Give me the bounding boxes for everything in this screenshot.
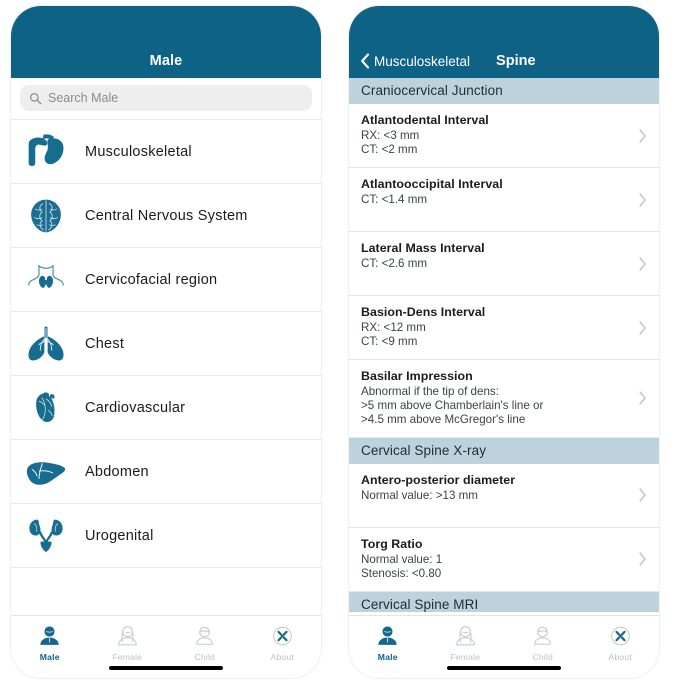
female-avatar-icon bbox=[115, 621, 140, 651]
back-button[interactable]: Musculoskeletal bbox=[360, 53, 470, 69]
list-item[interactable]: Central Nervous System bbox=[11, 184, 321, 248]
table-row[interactable]: Basion-Dens Interval RX: <12 mm CT: <9 m… bbox=[349, 296, 659, 360]
tab-child[interactable]: Child bbox=[504, 621, 582, 662]
about-x-logo-icon bbox=[608, 621, 633, 651]
back-label: Musculoskeletal bbox=[374, 53, 471, 69]
table-row[interactable]: Lateral Mass Interval CT: <2.6 mm bbox=[349, 232, 659, 296]
table-row[interactable]: Torg Ratio Normal value: 1 Stenosis: <0.… bbox=[349, 527, 659, 592]
row-title: Atlantooccipital Interval bbox=[361, 177, 503, 191]
tab-label: About bbox=[270, 652, 294, 662]
detail-list[interactable]: Craniocervical Junction Atlantodental In… bbox=[349, 78, 659, 612]
home-indicator bbox=[109, 666, 223, 670]
shoulder-bone-icon bbox=[17, 127, 75, 177]
search-input[interactable] bbox=[48, 91, 303, 105]
list-item-label: Abdomen bbox=[85, 463, 149, 480]
phone-spine-detail: Musculoskeletal Spine Craniocervical Jun… bbox=[349, 6, 659, 678]
page-title: Male bbox=[149, 53, 183, 69]
row-subtitle: CT: <2.6 mm bbox=[361, 257, 428, 270]
row-title: Atlantodental Interval bbox=[361, 113, 489, 127]
tab-child[interactable]: Child bbox=[166, 621, 244, 662]
list-item[interactable]: Cardiovascular bbox=[11, 376, 321, 440]
tab-label: Child bbox=[194, 652, 216, 662]
chevron-right-icon bbox=[639, 552, 647, 566]
right-navbar: Musculoskeletal Spine bbox=[349, 6, 659, 78]
organ-list: Musculoskeletal Central Nervous System C… bbox=[11, 119, 321, 626]
right-tabbar: Male Female Child About bbox=[349, 615, 659, 678]
tab-female[interactable]: Female bbox=[427, 621, 505, 662]
row-subtitle: RX: <3 mm CT: <2 mm bbox=[361, 129, 420, 157]
row-subtitle: Normal value: >13 mm bbox=[361, 488, 478, 502]
chevron-right-icon bbox=[639, 256, 647, 271]
thyroid-neck-icon bbox=[17, 255, 75, 305]
brain-icon bbox=[17, 191, 75, 241]
list-item[interactable]: Cervicofacial region bbox=[11, 248, 321, 312]
list-item-label: Chest bbox=[85, 335, 125, 352]
table-row[interactable]: Basilar Impression Abnormal if the tip o… bbox=[349, 360, 659, 438]
tab-about[interactable]: About bbox=[244, 621, 322, 662]
chevron-right-icon bbox=[639, 320, 647, 335]
list-item-label: Cardiovascular bbox=[85, 399, 186, 416]
row-title: Basion-Dens Interval bbox=[361, 305, 486, 319]
list-item-label: Cervicofacial region bbox=[85, 271, 218, 288]
child-avatar-icon bbox=[192, 621, 217, 651]
section-header: Cervical Spine MRI bbox=[349, 591, 659, 612]
tab-about[interactable]: About bbox=[582, 621, 660, 662]
table-row[interactable]: Atlantodental Interval RX: <3 mm CT: <2 … bbox=[349, 104, 659, 168]
page-title: Spine bbox=[496, 53, 536, 69]
list-item[interactable]: Musculoskeletal bbox=[11, 120, 321, 184]
section-header: Craniocervical Junction bbox=[349, 78, 659, 104]
tab-male[interactable]: Male bbox=[349, 621, 427, 662]
row-title: Antero-posterior diameter bbox=[361, 472, 516, 487]
chevron-right-icon bbox=[639, 488, 647, 502]
tab-female[interactable]: Female bbox=[89, 621, 167, 662]
tab-label: Child bbox=[532, 652, 554, 662]
row-title: Basilar Impression bbox=[361, 369, 473, 383]
screenshot-stage: Male Search Male Musculoskeletal Central… bbox=[0, 0, 678, 681]
child-avatar-icon bbox=[530, 621, 555, 651]
chevron-right-icon bbox=[639, 128, 647, 143]
tab-label: Male bbox=[39, 652, 60, 662]
list-item[interactable]: Abdomen bbox=[11, 440, 321, 504]
table-row[interactable]: Antero-posterior diameter Normal value: … bbox=[349, 463, 659, 528]
lungs-icon bbox=[17, 319, 75, 369]
about-x-logo-icon bbox=[270, 621, 295, 651]
liver-icon bbox=[17, 447, 75, 497]
row-subtitle: RX: <12 mm CT: <9 mm bbox=[361, 321, 426, 349]
chevron-right-icon bbox=[639, 192, 647, 207]
chevron-left-icon bbox=[360, 53, 370, 69]
heart-icon bbox=[17, 383, 75, 433]
male-avatar-icon bbox=[37, 621, 62, 651]
section-header: Cervical Spine X-ray bbox=[349, 437, 659, 464]
list-item-label: Urogenital bbox=[85, 527, 154, 544]
female-avatar-icon bbox=[453, 621, 478, 651]
home-indicator bbox=[447, 666, 561, 670]
row-title: Lateral Mass Interval bbox=[361, 241, 485, 255]
chevron-right-icon bbox=[639, 391, 647, 405]
table-row[interactable]: Atlantooccipital Interval CT: <1.4 mm bbox=[349, 168, 659, 232]
row-subtitle: CT: <1.4 mm bbox=[361, 193, 428, 206]
tab-label: Female bbox=[112, 652, 143, 662]
row-subtitle: Normal value: 1 Stenosis: <0.80 bbox=[361, 552, 443, 580]
tab-male[interactable]: Male bbox=[11, 621, 89, 662]
list-item-label: Central Nervous System bbox=[85, 207, 248, 224]
list-item-label: Musculoskeletal bbox=[85, 143, 192, 160]
left-tabbar: Male Female Child About bbox=[11, 615, 321, 678]
row-title: Torg Ratio bbox=[361, 536, 423, 551]
list-item[interactable]: Chest bbox=[11, 312, 321, 376]
tab-label: About bbox=[608, 652, 632, 662]
left-navbar: Male bbox=[11, 6, 321, 78]
search-icon bbox=[29, 92, 42, 105]
phone-male-list: Male Search Male Musculoskeletal Central… bbox=[11, 6, 321, 678]
search-bar[interactable] bbox=[20, 85, 312, 111]
tab-label: Male bbox=[377, 652, 398, 662]
male-avatar-icon bbox=[375, 621, 400, 651]
kidneys-bladder-icon bbox=[17, 511, 75, 561]
list-item[interactable]: Urogenital bbox=[11, 504, 321, 568]
search-zone bbox=[11, 78, 321, 119]
row-subtitle: Abnormal if the tip of dens: >5 mm above… bbox=[361, 385, 544, 427]
tab-label: Female bbox=[450, 652, 481, 662]
